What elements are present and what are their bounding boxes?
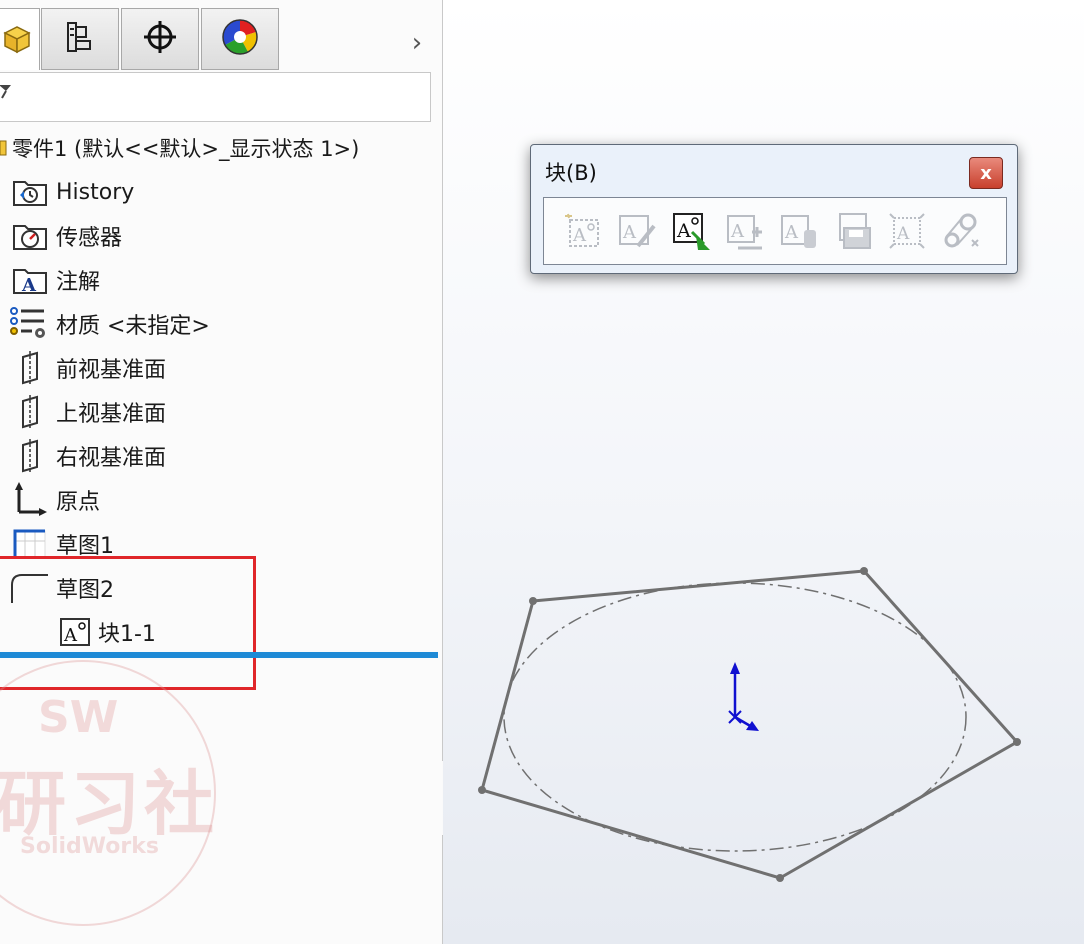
tree-item-history[interactable]: History	[10, 174, 134, 210]
tree-root-label: 零件1 (默认<<默认>_显示状态 1>)	[12, 137, 360, 161]
property-manager-icon	[64, 19, 96, 59]
sketch-canvas	[478, 567, 1021, 882]
toolbar-button-strip: A A A A A A	[543, 197, 1007, 265]
explode-block-button[interactable]: A	[886, 210, 928, 252]
color-wheel-icon	[221, 18, 259, 60]
tree-item-label: 原点	[56, 490, 101, 515]
svg-text:A: A	[676, 220, 691, 242]
tree-item-right-plane[interactable]: 右视基准面	[10, 438, 166, 474]
plane-icon	[10, 439, 50, 473]
svg-text:A: A	[784, 222, 799, 243]
tree-item-origin[interactable]: 原点	[10, 482, 100, 518]
material-icon	[10, 307, 50, 341]
sensor-folder-icon	[10, 219, 50, 253]
tree-item-material[interactable]: 材质 <未指定>	[10, 306, 210, 342]
tab-property-manager[interactable]	[41, 8, 119, 70]
tree-root-part[interactable]: 零件1 (默认<<默认>_显示状态 1>)	[0, 130, 359, 166]
plane-icon	[10, 395, 50, 429]
crosshair-icon	[142, 19, 178, 59]
block-origin-icon	[728, 662, 759, 731]
tab-configuration-manager[interactable]	[121, 8, 199, 70]
insert-block-button[interactable]: A	[670, 210, 712, 252]
edit-block-button[interactable]: A	[616, 210, 658, 252]
sketch-vertex[interactable]	[1013, 738, 1021, 746]
tree-item-label: 传感器	[56, 226, 123, 251]
tree-item-label: 材质 <未指定>	[56, 314, 210, 339]
svg-text:A: A	[21, 275, 37, 295]
block-toolbar[interactable]: 块(B) x A A A A A A	[530, 144, 1018, 274]
history-folder-icon	[10, 175, 50, 209]
sketch-vertex[interactable]	[529, 597, 537, 605]
tree-filter-box[interactable]	[0, 72, 431, 122]
feature-manager-panel: › 零件1 (默认<<默认>_显示状态 1>) History 传感器 A 注解…	[0, 0, 443, 944]
svg-text:A: A	[896, 224, 910, 244]
sketch-vertex[interactable]	[860, 567, 868, 575]
part-cube-icon	[1, 21, 35, 59]
tabs-scroll-right-button[interactable]: ›	[404, 30, 430, 58]
tree-item-label: 右视基准面	[56, 446, 167, 471]
save-block-icon	[839, 213, 871, 249]
belt-chain-button[interactable]	[940, 210, 982, 252]
rebuild-block-icon: A	[781, 215, 816, 248]
edit-block-icon: A	[619, 215, 656, 248]
add-remove-block-icon: A	[727, 215, 762, 250]
part-icon	[0, 135, 8, 161]
explode-block-icon: A	[889, 213, 925, 249]
rollback-bar[interactable]	[0, 652, 438, 658]
save-block-button[interactable]	[832, 210, 874, 252]
tree-item-top-plane[interactable]: 上视基准面	[10, 394, 166, 430]
origin-icon	[10, 482, 50, 517]
add-remove-block-button[interactable]: A	[724, 210, 766, 252]
tab-display-manager[interactable]	[201, 8, 279, 70]
watermark-text-top: SW	[38, 692, 119, 743]
rebuild-block-button[interactable]: A	[778, 210, 820, 252]
tree-item-sensors[interactable]: 传感器	[10, 218, 122, 254]
plane-icon	[10, 351, 50, 385]
svg-text:A: A	[730, 221, 745, 242]
tree-item-annotations[interactable]: A 注解	[10, 262, 100, 298]
make-block-button[interactable]: A	[562, 210, 604, 252]
svg-text:A: A	[572, 225, 587, 246]
belt-chain-icon	[944, 213, 979, 248]
insert-block-icon: A	[673, 213, 710, 250]
svg-text:A: A	[622, 222, 637, 243]
tab-feature-manager[interactable]	[0, 8, 40, 70]
make-block-icon: A	[565, 213, 599, 247]
graphics-area[interactable]	[443, 0, 1084, 944]
sketch-vertex[interactable]	[776, 874, 784, 882]
tree-item-label: 前视基准面	[56, 358, 167, 383]
sketch-vertex[interactable]	[478, 786, 486, 794]
tree-item-label: 注解	[56, 270, 101, 295]
toolbar-title: 块(B)	[545, 161, 597, 185]
tree-item-front-plane[interactable]: 前视基准面	[10, 350, 166, 386]
annotation-folder-icon: A	[10, 263, 50, 297]
toolbar-close-button[interactable]: x	[969, 157, 1003, 189]
tree-item-label: 上视基准面	[56, 402, 167, 427]
watermark-text-bottom: SolidWorks	[20, 834, 159, 859]
tree-item-label: History	[56, 179, 135, 205]
manager-tabs: ›	[0, 0, 442, 72]
filter-icon	[0, 83, 13, 103]
